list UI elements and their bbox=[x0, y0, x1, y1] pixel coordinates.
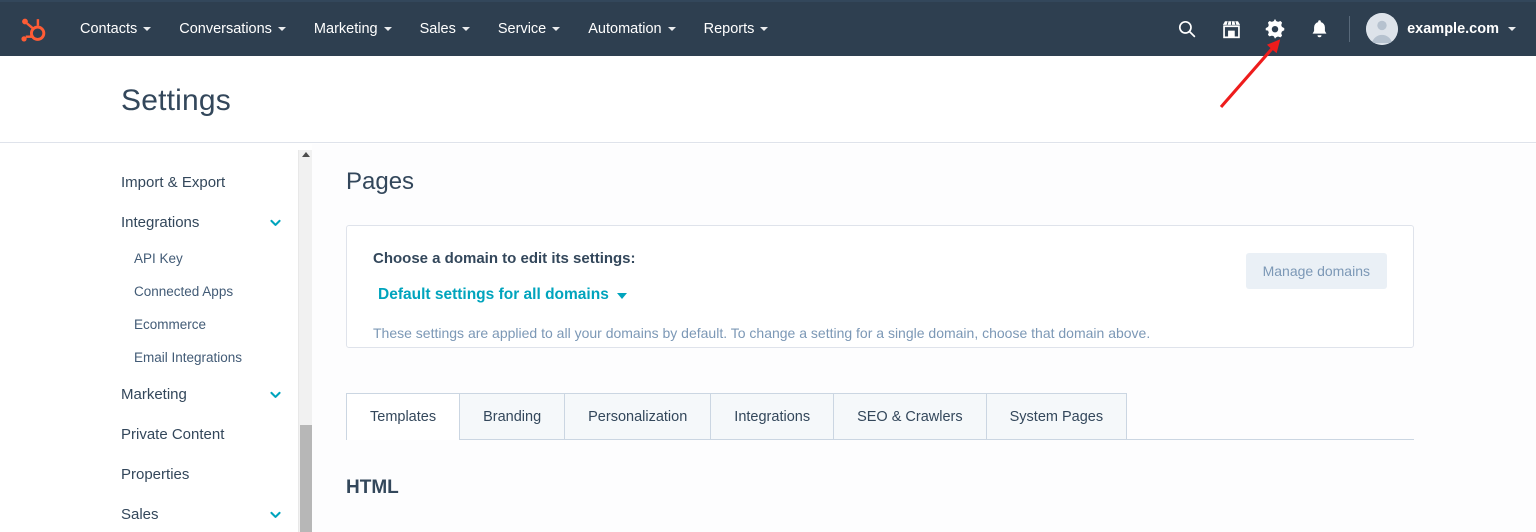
sidebar-scrollbar[interactable] bbox=[298, 150, 312, 532]
nav-item-service[interactable]: Service bbox=[484, 2, 574, 56]
nav-item-automation[interactable]: Automation bbox=[574, 2, 689, 56]
tab-personalization[interactable]: Personalization bbox=[565, 393, 711, 439]
chevron-down-icon bbox=[760, 27, 768, 31]
sidebar-item-label: Email Integrations bbox=[134, 350, 242, 365]
sidebar-item-properties[interactable]: Properties bbox=[0, 454, 312, 494]
nav-item-sales[interactable]: Sales bbox=[406, 2, 484, 56]
nav-actions: example.com bbox=[1165, 2, 1536, 56]
chevron-down-icon bbox=[269, 508, 282, 521]
nav-item-label: Sales bbox=[420, 21, 456, 37]
page-header: Settings bbox=[0, 56, 1536, 143]
top-navigation-bar: Contacts Conversations Marketing Sales S… bbox=[0, 0, 1536, 56]
sidebar-item-connected-apps[interactable]: Connected Apps bbox=[0, 275, 312, 308]
sidebar-item-sales[interactable]: Sales bbox=[0, 494, 312, 532]
avatar bbox=[1366, 13, 1398, 45]
domain-selector-value: Default settings for all domains bbox=[378, 286, 609, 304]
sidebar-item-ecommerce[interactable]: Ecommerce bbox=[0, 308, 312, 341]
nav-item-label: Contacts bbox=[80, 21, 137, 37]
domain-settings-card: Choose a domain to edit its settings: De… bbox=[346, 225, 1414, 348]
sidebar-item-label: API Key bbox=[134, 251, 183, 266]
notifications-bell-icon[interactable] bbox=[1297, 1, 1341, 57]
page-body: Import & Export Integrations API Key Con… bbox=[0, 144, 1536, 532]
sidebar-item-label: Import & Export bbox=[121, 174, 225, 191]
nav-item-label: Conversations bbox=[179, 21, 272, 37]
sidebar-item-label: Sales bbox=[121, 506, 159, 523]
chevron-down-icon bbox=[462, 27, 470, 31]
settings-sidebar: Import & Export Integrations API Key Con… bbox=[0, 144, 312, 532]
nav-item-conversations[interactable]: Conversations bbox=[165, 2, 300, 56]
scroll-up-arrow-icon[interactable] bbox=[302, 152, 310, 157]
chevron-down-icon bbox=[143, 27, 151, 31]
chevron-down-icon bbox=[269, 388, 282, 401]
search-icon[interactable] bbox=[1165, 1, 1209, 57]
nav-item-reports[interactable]: Reports bbox=[690, 2, 783, 56]
sidebar-item-import-export[interactable]: Import & Export bbox=[0, 162, 312, 202]
chevron-down-icon bbox=[552, 27, 560, 31]
chevron-down-icon bbox=[384, 27, 392, 31]
tab-label: Personalization bbox=[588, 409, 687, 425]
sidebar-item-email-integrations[interactable]: Email Integrations bbox=[0, 341, 312, 374]
tab-label: System Pages bbox=[1010, 409, 1104, 425]
page-title: Settings bbox=[121, 84, 231, 118]
account-menu[interactable]: example.com bbox=[1362, 2, 1520, 56]
section-heading-html: HTML bbox=[346, 477, 399, 499]
settings-tabs: Templates Branding Personalization Integ… bbox=[346, 393, 1414, 440]
nav-item-label: Reports bbox=[704, 21, 755, 37]
main-content: Pages Choose a domain to edit its settin… bbox=[312, 144, 1536, 532]
sidebar-item-label: Properties bbox=[121, 466, 189, 483]
tab-label: Integrations bbox=[734, 409, 810, 425]
sidebar-item-label: Connected Apps bbox=[134, 284, 233, 299]
tab-integrations[interactable]: Integrations bbox=[711, 393, 834, 439]
main-title: Pages bbox=[346, 168, 414, 196]
chevron-down-icon bbox=[617, 293, 627, 299]
sidebar-item-label: Marketing bbox=[121, 386, 187, 403]
nav-item-contacts[interactable]: Contacts bbox=[66, 2, 165, 56]
manage-domains-button[interactable]: Manage domains bbox=[1246, 253, 1387, 289]
tab-label: Templates bbox=[370, 409, 436, 425]
domain-selector-dropdown[interactable]: Default settings for all domains bbox=[378, 286, 627, 304]
sidebar-item-label: Ecommerce bbox=[134, 317, 206, 332]
tab-label: SEO & Crawlers bbox=[857, 409, 963, 425]
sidebar-item-private-content[interactable]: Private Content bbox=[0, 414, 312, 454]
nav-item-label: Automation bbox=[588, 21, 661, 37]
chevron-down-icon bbox=[269, 216, 282, 229]
sidebar-item-label: Private Content bbox=[121, 426, 224, 443]
domain-card-label: Choose a domain to edit its settings: bbox=[373, 250, 636, 267]
tab-templates[interactable]: Templates bbox=[346, 393, 460, 439]
nav-item-label: Marketing bbox=[314, 21, 378, 37]
tab-system-pages[interactable]: System Pages bbox=[987, 393, 1128, 439]
nav-divider bbox=[1349, 16, 1350, 42]
hubspot-sprocket-logo-icon[interactable] bbox=[14, 11, 50, 47]
chevron-down-icon bbox=[278, 27, 286, 31]
sidebar-item-integrations[interactable]: Integrations bbox=[0, 202, 312, 242]
account-name: example.com bbox=[1407, 21, 1499, 37]
sidebar-item-label: Integrations bbox=[121, 214, 199, 231]
chevron-down-icon bbox=[668, 27, 676, 31]
tab-branding[interactable]: Branding bbox=[460, 393, 565, 439]
tab-label: Branding bbox=[483, 409, 541, 425]
hubspot-sprocket-icon bbox=[17, 14, 47, 44]
marketplace-icon[interactable] bbox=[1209, 1, 1253, 57]
tab-seo-crawlers[interactable]: SEO & Crawlers bbox=[834, 393, 987, 439]
domain-card-description: These settings are applied to all your d… bbox=[373, 325, 1150, 341]
main-menu: Contacts Conversations Marketing Sales S… bbox=[66, 2, 782, 56]
scrollbar-thumb[interactable] bbox=[300, 425, 312, 532]
settings-gear-icon[interactable] bbox=[1253, 1, 1297, 57]
nav-item-marketing[interactable]: Marketing bbox=[300, 2, 406, 56]
sidebar-item-api-key[interactable]: API Key bbox=[0, 242, 312, 275]
sidebar-item-marketing[interactable]: Marketing bbox=[0, 374, 312, 414]
chevron-down-icon bbox=[1508, 27, 1516, 31]
nav-item-label: Service bbox=[498, 21, 546, 37]
